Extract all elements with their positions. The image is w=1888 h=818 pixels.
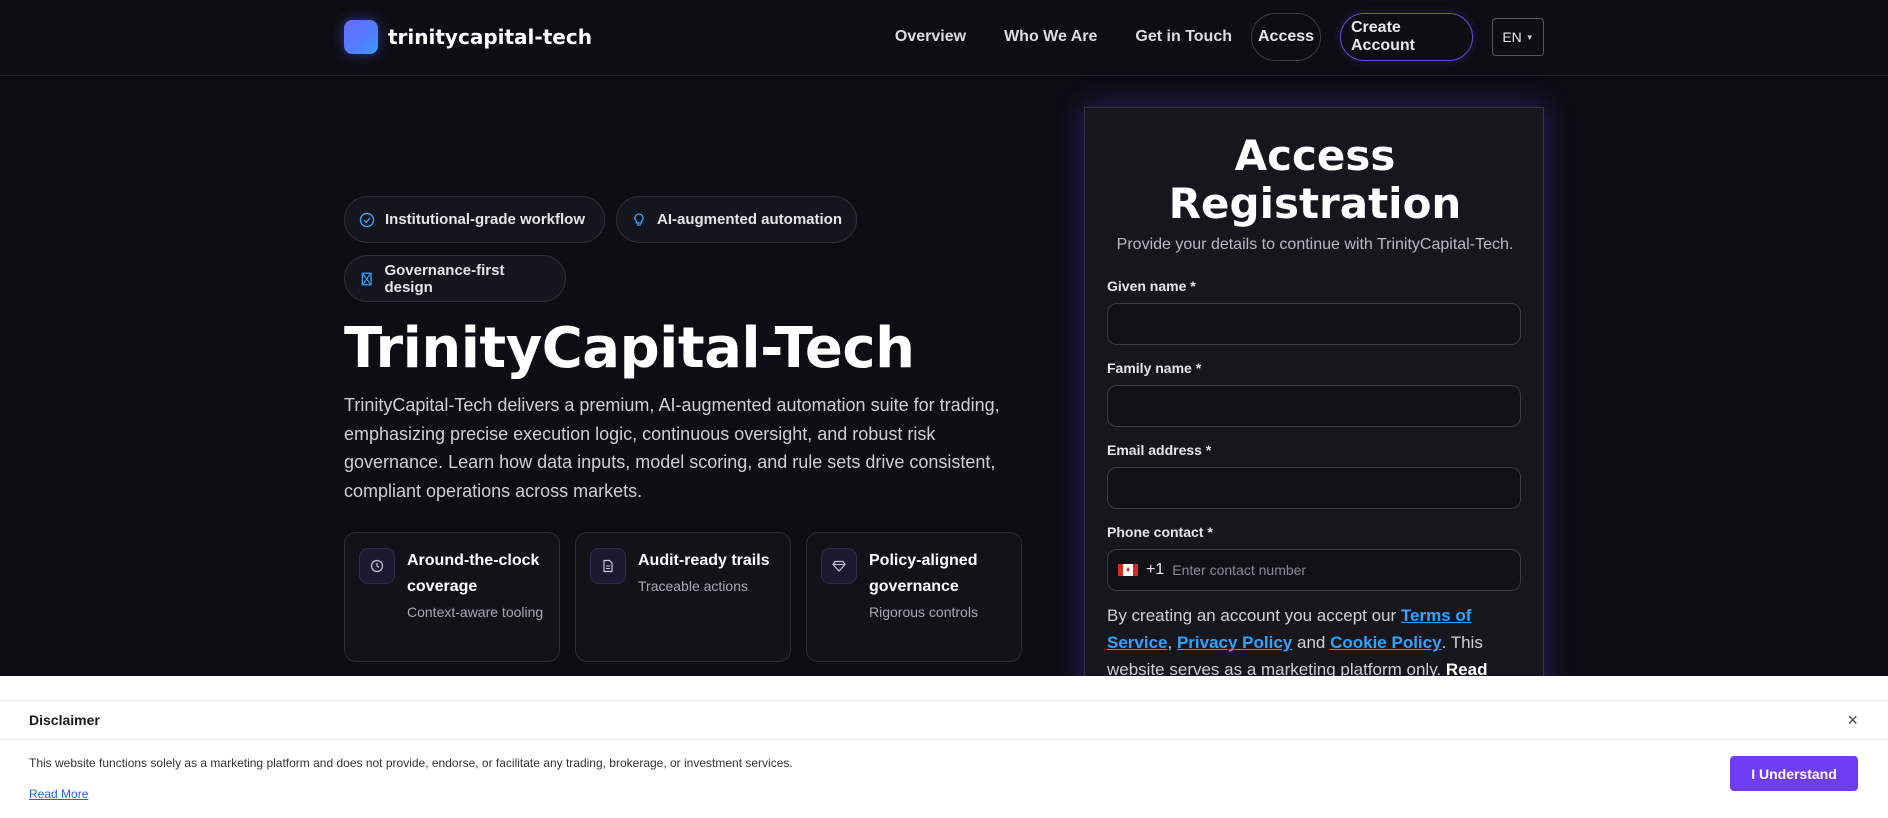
understand-button[interactable]: I Understand bbox=[1730, 756, 1858, 791]
logo-icon bbox=[344, 20, 378, 54]
hero-title: TrinityCapital-Tech bbox=[344, 316, 915, 381]
document-icon bbox=[590, 548, 626, 584]
site-header: trinitycapital-tech Overview Who We Are … bbox=[0, 0, 1888, 76]
given-name-field[interactable] bbox=[1107, 303, 1521, 345]
feature-subtitle: Traceable actions bbox=[638, 578, 748, 594]
language-selector[interactable]: EN ▼ bbox=[1492, 18, 1544, 56]
hero-description: TrinityCapital-Tech delivers a premium, … bbox=[344, 395, 1000, 501]
feature-title: Around-the-clock coverage bbox=[407, 552, 540, 595]
email-label: Email address * bbox=[1107, 442, 1212, 458]
brand-name: trinitycapital-tech bbox=[388, 25, 592, 49]
feature-card: Around-the-clock coverage Context-aware … bbox=[344, 532, 560, 662]
clock-icon bbox=[359, 548, 395, 584]
phone-country-code[interactable]: +1 bbox=[1146, 561, 1164, 579]
read-more-link[interactable]: Read More bbox=[29, 787, 88, 801]
phone-input[interactable] bbox=[1172, 550, 1520, 590]
family-name-label: Family name * bbox=[1107, 360, 1202, 376]
family-name-field[interactable] bbox=[1107, 385, 1521, 427]
feature-card: Policy-aligned governance Rigorous contr… bbox=[806, 532, 1022, 662]
main-nav: Overview Who We Are Get in Touch Access … bbox=[895, 13, 1544, 61]
lightbulb-icon bbox=[634, 212, 644, 226]
tag-label: Governance-first design bbox=[384, 261, 505, 296]
disclaimer-text: This website functions solely as a marke… bbox=[29, 756, 793, 770]
feature-title: Policy-aligned governance bbox=[869, 552, 978, 595]
registration-card: Access Registration Provide your details… bbox=[1084, 107, 1544, 707]
feature-subtitle: Rigorous controls bbox=[869, 604, 978, 620]
feature-subtitle: Context-aware tooling bbox=[407, 604, 544, 620]
brand[interactable]: trinitycapital-tech bbox=[344, 20, 592, 54]
disclaimer-banner: Disclaimer × This website functions sole… bbox=[0, 676, 1888, 818]
feature-title: Audit-ready trails bbox=[638, 552, 770, 569]
disclaimer-title: Disclaimer bbox=[29, 712, 100, 728]
access-button[interactable]: Access bbox=[1251, 13, 1321, 61]
tag-label: AI-augmented automation bbox=[657, 211, 843, 228]
phone-field: ♦ +1 bbox=[1107, 549, 1521, 591]
email-field[interactable] bbox=[1107, 467, 1521, 509]
feature-card: Audit-ready trails Traceable actions bbox=[575, 532, 791, 662]
check-circle-icon bbox=[359, 212, 375, 227]
nav-get-in-touch[interactable]: Get in Touch bbox=[1135, 14, 1232, 60]
close-icon[interactable]: × bbox=[1847, 710, 1858, 731]
consent-text: By creating an account you accept our Te… bbox=[1107, 606, 1488, 679]
given-name-label: Given name * bbox=[1107, 278, 1196, 294]
nav-overview[interactable]: Overview bbox=[895, 14, 966, 60]
cookie-link[interactable]: Cookie Policy bbox=[1330, 633, 1441, 652]
tag-governance: Governance-first design bbox=[344, 255, 566, 302]
create-account-button[interactable]: Create Account bbox=[1340, 13, 1473, 61]
diamond-icon bbox=[821, 548, 857, 584]
phone-label: Phone contact * bbox=[1107, 524, 1213, 540]
canada-flag-icon[interactable]: ♦ bbox=[1118, 564, 1138, 576]
language-value: EN bbox=[1502, 29, 1522, 45]
tag-label: Institutional-grade workflow bbox=[385, 211, 586, 228]
disclaimer-header: Disclaimer × bbox=[0, 700, 1888, 740]
privacy-link[interactable]: Privacy Policy bbox=[1177, 633, 1292, 652]
hourglass-icon bbox=[361, 272, 372, 285]
tag-institutional: Institutional-grade workflow bbox=[344, 196, 605, 243]
form-title: Access Registration bbox=[1168, 131, 1462, 228]
chevron-down-icon: ▼ bbox=[1525, 32, 1534, 42]
form-subtitle: Provide your details to continue with Tr… bbox=[1116, 236, 1514, 253]
nav-who-we-are[interactable]: Who We Are bbox=[1004, 14, 1097, 60]
tag-ai: AI-augmented automation bbox=[616, 196, 857, 243]
